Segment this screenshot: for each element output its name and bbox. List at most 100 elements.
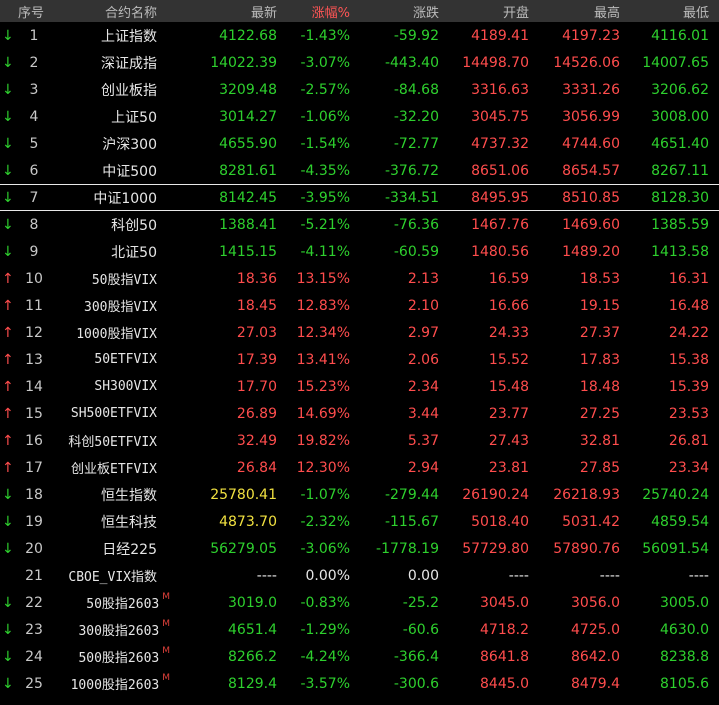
table-row[interactable]: ↓ 22 50股指2603 M 3019.0 -0.83% -25.2 3045.0 3056.…: [0, 589, 719, 616]
table-row[interactable]: ↓ 20 日经225 56279.05 -3.06% -1778.19 57729.80 57…: [0, 535, 719, 562]
change-percent: -1.54%: [300, 135, 350, 152]
low-price: 8128.30: [651, 189, 709, 206]
change-amount: -300.6: [393, 675, 439, 692]
table-row[interactable]: ↓ 3 创业板指 3209.48 -2.57% -84.68 3316.63 3331.26 3…: [0, 76, 719, 103]
low-price: 15.39: [668, 378, 709, 395]
header-high[interactable]: 最高: [529, 0, 620, 22]
contract-name-text: 中证500: [102, 163, 157, 180]
change-percent: 12.83%: [296, 297, 350, 314]
high-price: 26218.93: [553, 486, 620, 503]
contract-name: SH500ETFVIX: [62, 400, 157, 427]
last-price: 17.39: [236, 351, 277, 368]
header-pct[interactable]: 涨幅%: [277, 0, 350, 22]
row-index: ↓ 20: [0, 535, 62, 562]
arrow-up-icon: ↑: [2, 270, 14, 287]
change-percent: -2.57%: [300, 81, 350, 98]
low-price: 4651.40: [651, 135, 709, 152]
arrow-up-icon: ↑: [2, 432, 14, 449]
row-index: ↓ 4: [0, 103, 62, 130]
last-price: 4873.70: [219, 513, 277, 530]
table-row[interactable]: ↑ 12 1000股指VIX 27.03 12.34% 2.97 24.33 27.37 24.…: [0, 319, 719, 346]
table-row[interactable]: ↓ 7 中证1000 8142.45 -3.95% -334.51 8495.95 8510.…: [0, 184, 719, 211]
last-price: 17.70: [236, 378, 277, 395]
change-percent: -3.57%: [300, 675, 350, 692]
contract-name-text: 科创50: [111, 217, 157, 234]
table-row[interactable]: ↑ 14 SH300VIX 17.70 15.23% 2.34 15.48 18.48 15.3…: [0, 373, 719, 400]
high-price: 1489.20: [562, 243, 620, 260]
change-amount: 2.97: [407, 324, 439, 341]
change-amount: -376.72: [384, 162, 439, 179]
header-low[interactable]: 最低: [620, 0, 709, 22]
high-price: 8654.57: [562, 162, 620, 179]
high-price: 4197.23: [562, 27, 620, 44]
open-price: 57729.80: [462, 540, 529, 557]
change-amount: -279.44: [384, 486, 439, 503]
high-price: 18.48: [579, 378, 620, 395]
change-amount: -72.77: [393, 135, 439, 152]
arrow-down-icon: ↓: [2, 540, 14, 557]
header-name[interactable]: 合约名称: [62, 0, 157, 22]
table-row[interactable]: 21 CBOE_VIX指数 ---- 0.00% 0.00 ---- ---- ----: [0, 562, 719, 589]
high-price: 8479.4: [571, 675, 620, 692]
open-price: 16.66: [488, 297, 529, 314]
low-price: 15.38: [668, 351, 709, 368]
row-number: 12: [25, 324, 43, 341]
table-row[interactable]: ↓ 24 500股指2603 M 8266.2 -4.24% -366.4 8641.8 864…: [0, 643, 719, 670]
contract-name: SH300VIX: [62, 373, 157, 400]
contract-name-text: 1000股指VIX: [76, 327, 157, 342]
open-price: 3316.63: [471, 81, 529, 98]
contract-name-text: 中证1000: [93, 190, 157, 207]
header-last[interactable]: 最新: [157, 0, 277, 22]
table-row[interactable]: ↑ 13 50ETFVIX 17.39 13.41% 2.06 15.52 17.83 15.3…: [0, 346, 719, 373]
table-row[interactable]: ↑ 15 SH500ETFVIX 26.89 14.69% 3.44 23.77 27.25 2…: [0, 400, 719, 427]
table-row[interactable]: ↓ 6 中证500 8281.61 -4.35% -376.72 8651.06 8654.5…: [0, 157, 719, 184]
open-price: 4737.32: [471, 135, 529, 152]
table-row[interactable]: ↓ 8 科创50 1388.41 -5.21% -76.36 1467.76 1469.60 1…: [0, 211, 719, 238]
contract-name-text: 300股指VIX: [84, 300, 157, 315]
contract-name: 创业板ETFVIX: [62, 454, 157, 481]
arrow-up-icon: ↑: [2, 459, 14, 476]
high-price: 1469.60: [562, 216, 620, 233]
high-price: 3331.26: [562, 81, 620, 98]
table-row[interactable]: ↓ 18 恒生指数 25780.41 -1.07% -279.44 26190.24 2621…: [0, 481, 719, 508]
row-number: 1: [29, 27, 39, 44]
table-row[interactable]: ↓ 4 上证50 3014.27 -1.06% -32.20 3045.75 3056.99 3…: [0, 103, 719, 130]
arrow-down-icon: ↓: [2, 513, 14, 530]
table-row[interactable]: ↑ 11 300股指VIX 18.45 12.83% 2.10 16.66 19.15 16.4…: [0, 292, 719, 319]
open-price: 4718.2: [480, 621, 529, 638]
table-row[interactable]: ↓ 2 深证成指 14022.39 -3.07% -443.40 14498.70 14526…: [0, 49, 719, 76]
table-row[interactable]: ↑ 10 50股指VIX 18.36 13.15% 2.13 16.59 18.53 16.31: [0, 265, 719, 292]
open-price: 27.43: [488, 432, 529, 449]
table-row[interactable]: ↓ 1 上证指数 4122.68 -1.43% -59.92 4189.41 4197.23 4…: [0, 22, 719, 49]
high-price: 4725.0: [571, 621, 620, 638]
row-index: ↑ 12: [0, 319, 62, 346]
header-idx[interactable]: 序号: [0, 0, 62, 22]
last-price: 26.89: [236, 405, 277, 422]
row-number: 2: [29, 54, 39, 71]
high-price: 32.81: [579, 432, 620, 449]
header-chg[interactable]: 涨跌: [350, 0, 439, 22]
row-index: ↑ 13: [0, 346, 62, 373]
row-number: 18: [25, 486, 43, 503]
arrow-down-icon: ↓: [2, 648, 14, 665]
table-row[interactable]: ↓ 9 北证50 1415.15 -4.11% -60.59 1480.56 1489.20 1…: [0, 238, 719, 265]
last-price: 8281.61: [219, 162, 277, 179]
table-row[interactable]: ↓ 23 300股指2603 M 4651.4 -1.29% -60.6 4718.2 4725…: [0, 616, 719, 643]
high-price: 3056.99: [562, 108, 620, 125]
change-amount: -366.4: [393, 648, 439, 665]
open-price: 14498.70: [462, 54, 529, 71]
row-index: ↓ 25: [0, 670, 62, 697]
arrow-down-icon: ↓: [2, 108, 14, 125]
contract-name: 1000股指VIX: [62, 319, 157, 346]
row-index: ↑ 14: [0, 373, 62, 400]
table-row[interactable]: ↓ 19 恒生科技 4873.70 -2.32% -115.67 5018.40 5031.4…: [0, 508, 719, 535]
row-number: 20: [25, 540, 43, 557]
table-row[interactable]: ↓ 25 1000股指2603 M 8129.4 -3.57% -300.6 8445.0 84…: [0, 670, 719, 697]
table-row[interactable]: ↑ 16 科创50ETFVIX 32.49 19.82% 5.37 27.43 32.81 26…: [0, 427, 719, 454]
contract-name-text: 300股指2603: [78, 624, 160, 639]
header-open[interactable]: 开盘: [439, 0, 529, 22]
arrow-down-icon: ↓: [2, 135, 14, 152]
table-row[interactable]: ↑ 17 创业板ETFVIX 26.84 12.30% 2.94 23.81 27.85 23.…: [0, 454, 719, 481]
table-row[interactable]: ↓ 5 沪深300 4655.90 -1.54% -72.77 4737.32 4744.60…: [0, 130, 719, 157]
open-price: 1480.56: [471, 243, 529, 260]
